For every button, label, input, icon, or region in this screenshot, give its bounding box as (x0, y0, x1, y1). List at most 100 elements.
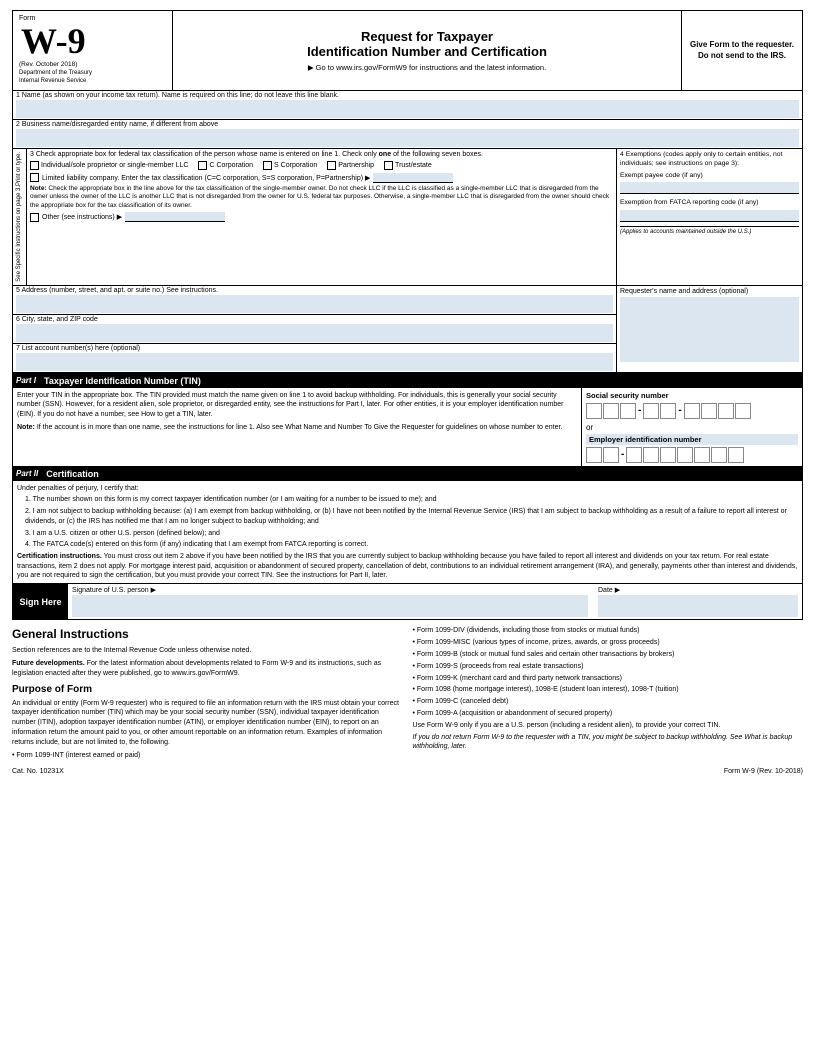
gi-right-return: If you do not return Form W-9 to the req… (413, 733, 804, 753)
ssn-box[interactable] (586, 403, 602, 419)
trust-checkbox[interactable] (384, 161, 393, 170)
ein-box[interactable] (626, 447, 642, 463)
other-label: Other (see instructions) ▶ (42, 213, 122, 221)
line2-label: 2 Business name/disregarded entity name,… (16, 121, 799, 128)
other-checkbox[interactable] (30, 213, 39, 222)
date-input[interactable] (598, 595, 798, 617)
llc-label: Limited liability company. Enter the tax… (42, 174, 370, 182)
ein-label: Employer identification number (586, 434, 798, 445)
s-corp-checkbox[interactable] (263, 161, 272, 170)
gi-right-bullet-4: • Form 1099-K (merchant card and third p… (413, 674, 804, 684)
ein-boxes: - (586, 447, 798, 463)
other-row: Other (see instructions) ▶ (30, 212, 613, 222)
ssn-dash2: - (678, 405, 681, 416)
ein-box[interactable] (660, 447, 676, 463)
ssn-group3 (684, 403, 751, 419)
sidebar-text1: Print or type. (16, 152, 23, 186)
sign-here-text: Sign Here (19, 597, 61, 607)
ein-box[interactable] (643, 447, 659, 463)
requester-input[interactable] (620, 297, 799, 362)
date-label: Date ▶ (598, 586, 798, 594)
line5-input[interactable] (16, 295, 613, 313)
fatca-note: (Applies to accounts maintained outside … (620, 226, 799, 237)
dept-label: Department of the Treasury Internal Reve… (19, 70, 166, 86)
ssn-box[interactable] (643, 403, 659, 419)
cert3: 3. I am a U.S. citizen or other U.S. per… (25, 529, 798, 539)
part2-title: Certification (46, 469, 99, 479)
sidebar-text2: See Specific Instructions on page 3. (16, 186, 23, 282)
gi-right-bullet-0: • Form 1099-DIV (dividends, including th… (413, 626, 804, 636)
header-center: Request for Taxpayer Identification Numb… (173, 11, 682, 90)
sign-row: Signature of U.S. person ▶ Date ▶ (72, 586, 798, 617)
ssn-box[interactable] (660, 403, 676, 419)
exempt-payee-label: Exempt payee code (if any) (620, 172, 703, 179)
partnership-checkbox[interactable] (327, 161, 336, 170)
partnership-label: Partnership (338, 162, 374, 169)
ein-box[interactable] (677, 447, 693, 463)
ssn-box[interactable] (735, 403, 751, 419)
line1-label: 1 Name (as shown on your income tax retu… (16, 92, 799, 99)
line7-label: 7 List account number(s) here (optional) (16, 345, 613, 352)
gi-right-bullet-0-text: • Form 1099-DIV (dividends, including th… (413, 626, 640, 636)
c-corp-checkbox[interactable] (198, 161, 207, 170)
line1-input[interactable] (16, 100, 799, 118)
section-567: 5 Address (number, street, and apt. or s… (13, 286, 802, 373)
fatca-input[interactable] (620, 210, 799, 222)
gi-left: General Instructions Section references … (12, 626, 403, 762)
exempt-payee-input[interactable] (620, 182, 799, 194)
other-input[interactable] (125, 212, 225, 222)
gi-right-return-text: If you do not return Form W-9 to the req… (413, 733, 804, 753)
ein-box[interactable] (586, 447, 602, 463)
part2-content: Under penalties of perjury, I certify th… (12, 481, 803, 585)
form-w9-label: Form W-9 (19, 15, 166, 59)
gi-purpose-text: An individual or entity (Form W-9 reques… (12, 699, 403, 748)
ssn-box[interactable] (603, 403, 619, 419)
llc-checkbox[interactable] (30, 173, 39, 182)
individual-label: Individual/sole proprietor or single-mem… (41, 162, 188, 169)
ein-group2 (626, 447, 744, 463)
footer-cat: Cat. No. 10231X (12, 768, 64, 775)
gi-right-bullet-5-text: • Form 1098 (home mortgage interest), 10… (413, 685, 679, 695)
tin-note: Note: If the account is in more than one… (17, 423, 577, 432)
trust-checkbox-item[interactable]: Trust/estate (384, 161, 432, 170)
partnership-checkbox-item[interactable]: Partnership (327, 161, 374, 170)
ein-box[interactable] (711, 447, 727, 463)
ein-box[interactable] (694, 447, 710, 463)
individual-checkbox-item[interactable]: Individual/sole proprietor or single-mem… (30, 161, 188, 170)
or-text: or (586, 423, 798, 432)
gi-bullet1: • Form 1099-INT (interest earned or paid… (12, 751, 403, 761)
ein-box[interactable] (728, 447, 744, 463)
title2: Identification Number and Certification (307, 44, 547, 59)
gi-right-bullet-2: • Form 1099-B (stock or mutual fund sale… (413, 650, 804, 660)
s-corp-checkbox-item[interactable]: S Corporation (263, 161, 317, 170)
line2-input[interactable] (16, 129, 799, 147)
gi-right-bullet-4-text: • Form 1099-K (merchant card and third p… (413, 674, 622, 684)
section-34-sidebar: Print or type. See Specific Instructions… (13, 149, 802, 286)
gi-right-bullet-7-text: • Form 1099-A (acquisition or abandonmen… (413, 709, 613, 719)
llc-input[interactable] (373, 173, 453, 183)
ein-dash: - (621, 449, 624, 460)
line4-label: 4 Exemptions (codes apply only to certai… (620, 151, 799, 169)
gi-right: • Form 1099-DIV (dividends, including th… (413, 626, 804, 762)
part1-header: Part I Taxpayer Identification Number (T… (12, 374, 803, 388)
ssn-box[interactable] (620, 403, 636, 419)
line6-input[interactable] (16, 324, 613, 342)
c-corp-checkbox-item[interactable]: C Corporation (198, 161, 253, 170)
ssn-box[interactable] (684, 403, 700, 419)
line7-input[interactable] (16, 353, 613, 371)
rev-label: (Rev. October 2018) (19, 61, 166, 68)
ein-box[interactable] (603, 447, 619, 463)
line1-section: 1 Name (as shown on your income tax retu… (13, 91, 802, 120)
ssn-box[interactable] (701, 403, 717, 419)
ssn-box[interactable] (718, 403, 734, 419)
sidebar: Print or type. See Specific Instructions… (13, 149, 27, 285)
sign-fields: Signature of U.S. person ▶ Date ▶ (68, 584, 802, 619)
gi-intro: Section references are to the Internal R… (12, 646, 403, 656)
individual-checkbox[interactable] (30, 161, 39, 170)
line6-block: 6 City, state, and ZIP code (13, 315, 616, 344)
signature-input[interactable] (72, 595, 588, 617)
gi-right-bullet-5: • Form 1098 (home mortgage interest), 10… (413, 685, 804, 695)
gi-right-bullet-6-text: • Form 1099-C (canceled debt) (413, 697, 509, 707)
cert-intro: Under penalties of perjury, I certify th… (17, 484, 798, 493)
part2-header: Part II Certification (12, 467, 803, 481)
